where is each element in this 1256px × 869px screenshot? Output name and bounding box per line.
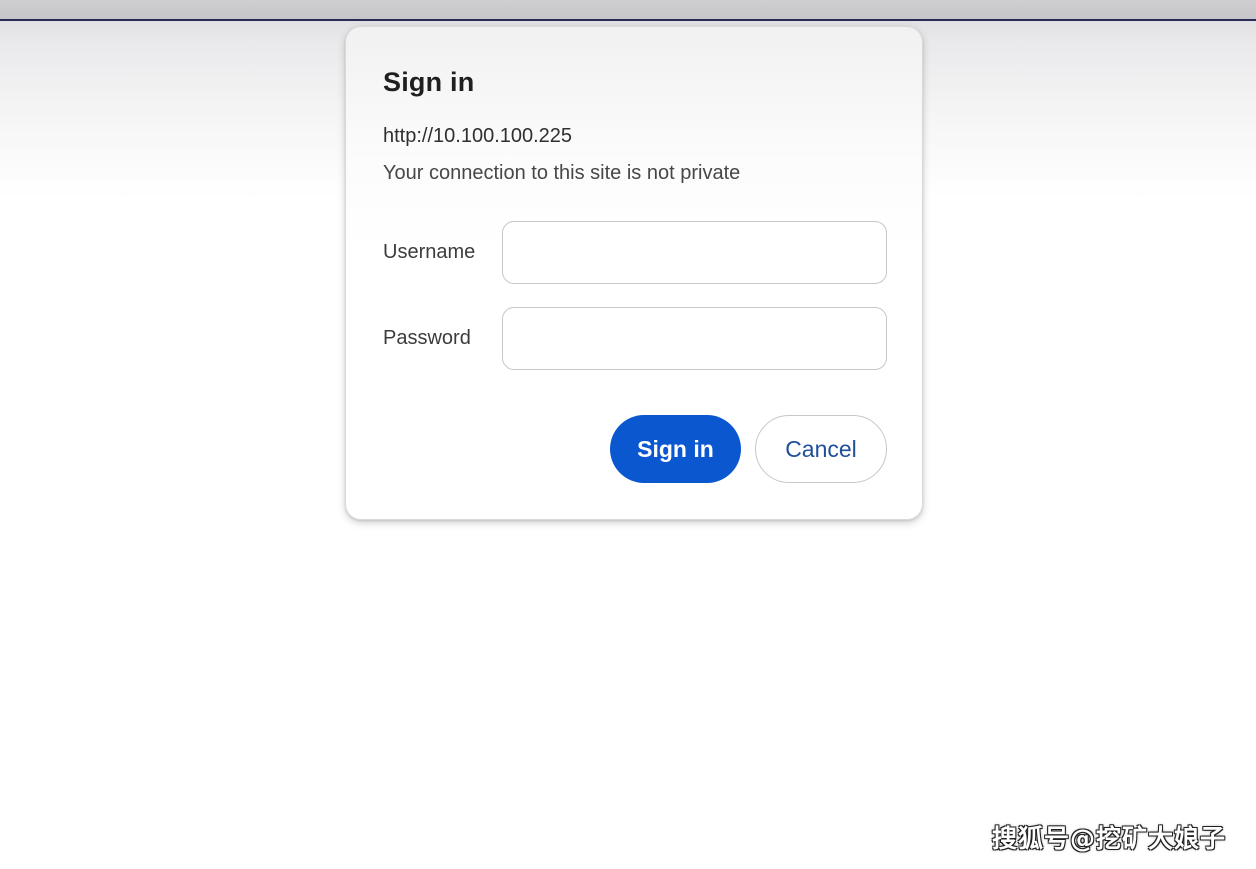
privacy-warning: Your connection to this site is not priv…	[383, 162, 741, 184]
password-label: Password	[383, 327, 471, 349]
site-url: http://10.100.100.225	[383, 125, 573, 147]
page: Sign in http://10.100.100.225 Your conne…	[0, 0, 1256, 869]
cancel-button[interactable]: Cancel	[755, 415, 887, 483]
password-input[interactable]	[502, 307, 887, 370]
watermark-text: 搜狐号@挖矿大娘子	[991, 824, 1226, 853]
browser-divider	[0, 19, 1256, 21]
username-input[interactable]	[502, 221, 887, 284]
sign-in-dialog: Sign in http://10.100.100.225 Your conne…	[345, 26, 923, 520]
sign-in-button[interactable]: Sign in	[610, 415, 741, 483]
browser-toolbar-edge	[0, 0, 1256, 19]
username-label: Username	[383, 241, 476, 263]
dialog-title: Sign in	[383, 67, 475, 97]
